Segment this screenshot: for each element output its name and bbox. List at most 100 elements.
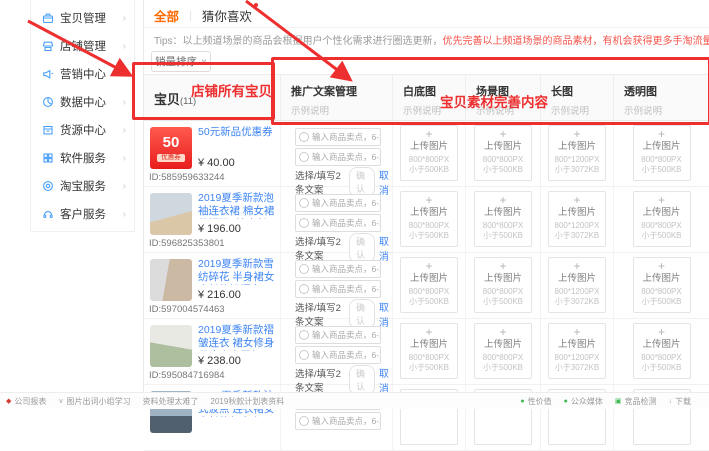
sidebar-item-label: 货源中心 — [60, 122, 123, 138]
upload-button[interactable]: +上传图片800*800PX小于500KB — [400, 257, 458, 313]
radio-icon[interactable] — [299, 416, 309, 426]
upload-button[interactable]: +上传图片800*800PX小于500KB — [633, 323, 691, 379]
selling-point-input[interactable] — [312, 198, 380, 208]
sidebar-item-baobei-guanli[interactable]: 宝贝管理 › — [31, 4, 134, 32]
bottom-status-item[interactable]: ●性价值 — [520, 396, 551, 407]
upload-button[interactable]: +上传图片800*1200PX小于3072KB — [548, 125, 606, 181]
selling-point-input[interactable] — [312, 132, 380, 142]
upload-cell-white-bg: +上传图片800*800PX小于500KB — [393, 187, 466, 252]
sidebar-item-kehu-fuwu[interactable]: 客户服务 › — [31, 200, 134, 228]
product-title-link[interactable]: 50元新品优惠券 — [198, 126, 276, 139]
chevron-down-icon: ∨ — [58, 397, 63, 405]
radio-icon[interactable] — [299, 218, 309, 228]
bottom-item[interactable]: ∨图片出词小组学习 — [58, 396, 130, 407]
tab-all[interactable]: 全部 — [154, 6, 179, 25]
upload-button[interactable]: +上传图片800*800PX小于500KB — [474, 323, 532, 379]
tab-divider — [144, 27, 709, 28]
chevron-down-icon: ∨ — [201, 57, 207, 66]
upload-button[interactable]: +上传图片800*800PX小于500KB — [474, 125, 532, 181]
product-price: ¥ 196.00 — [198, 223, 241, 235]
upload-cell-transparent: +上传图片800*800PX小于500KB — [614, 187, 709, 252]
selling-point-input[interactable] — [312, 152, 380, 162]
plus-icon: + — [401, 326, 457, 339]
product-title-link[interactable]: 2019夏季新款泡袖连衣裙 棉女裙装短裙T恤中长款 — [198, 192, 276, 219]
sidebar-item-yingxiao-zhongxin[interactable]: 营销中心 › — [31, 60, 134, 88]
product-id: ID:585959633244 — [149, 172, 225, 183]
product-id: ID:595084716984 — [149, 370, 225, 381]
bottom-status-item[interactable]: ●公众媒体 — [564, 396, 603, 407]
main-panel: 全部 | 猜你喜欢 Tips：以上频道场景的商品会根据用户个性化需求进行圈选更新… — [143, 0, 709, 409]
upload-cell-scene: +上传图片800*800PX小于500KB — [466, 121, 541, 186]
upload-button[interactable]: +上传图片800*800PX小于500KB — [633, 191, 691, 247]
upload-button[interactable]: +上传图片800*1200PX小于3072KB — [548, 257, 606, 313]
sort-dropdown[interactable]: 销量排序 ∨ — [151, 51, 211, 72]
sidebar-item-label: 宝贝管理 — [60, 10, 123, 26]
plus-icon: + — [475, 260, 531, 273]
plus-icon: + — [549, 128, 605, 141]
table-header: 宝贝(11) 推广文案管理 示例说明 白底图 示例说明 场景图 示例说明 长图 … — [144, 75, 709, 121]
bottom-item[interactable]: 资料处理太难了 — [143, 396, 199, 407]
radio-icon[interactable] — [299, 330, 309, 340]
plus-icon: + — [401, 260, 457, 273]
upload-button[interactable]: +上传图片800*1200PX小于3072KB — [548, 191, 606, 247]
example-link[interactable]: 示例说明 — [291, 103, 392, 117]
sidebar-item-taobao-fuwu[interactable]: 淘宝服务 › — [31, 172, 134, 200]
upload-button[interactable]: +上传图片800*800PX小于500KB — [474, 257, 532, 313]
selling-point-input[interactable] — [312, 264, 380, 274]
bottom-status-item[interactable]: ▣竞品检测 — [615, 396, 657, 407]
plus-icon: + — [549, 260, 605, 273]
sidebar-item-huoyuan-zhongxin[interactable]: 货源中心 › — [31, 116, 134, 144]
upload-button[interactable]: +上传图片800*800PX小于500KB — [400, 125, 458, 181]
product-title-link[interactable]: 2019夏季新款雪纺碎花 半身裙女中长款裙摆白 — [198, 258, 276, 285]
sidebar-item-label: 软件服务 — [60, 150, 123, 166]
product-price: ¥ 238.00 — [198, 355, 241, 367]
table-row: 2019夏季新款雪纺碎花 半身裙女中长款裙摆白 ¥ 216.00 ID:5970… — [144, 253, 709, 319]
chevron-right-icon: › — [123, 97, 126, 108]
radio-icon[interactable] — [299, 152, 309, 162]
example-link[interactable]: 示例说明 — [476, 103, 540, 117]
chevron-right-icon: › — [123, 125, 126, 136]
upload-cell-long: +上传图片800*1200PX小于3072KB — [541, 187, 614, 252]
radio-icon[interactable] — [299, 284, 309, 294]
copy-cell: 选择/填写2条文案 确认 取消 — [281, 253, 393, 318]
bottom-item[interactable]: ◆公司报表 — [6, 396, 46, 407]
sidebar-item-ruanjian-fuwu[interactable]: 软件服务 › — [31, 144, 134, 172]
upload-button[interactable]: +上传图片800*1200PX小于3072KB — [548, 323, 606, 379]
upload-button[interactable]: +上传图片800*800PX小于500KB — [400, 191, 458, 247]
selling-point-input[interactable] — [312, 330, 380, 340]
radio-icon[interactable] — [299, 132, 309, 142]
upload-button[interactable]: +上传图片800*800PX小于500KB — [400, 323, 458, 379]
radio-icon[interactable] — [299, 264, 309, 274]
tab-guess-you-like[interactable]: 猜你喜欢 — [202, 6, 252, 25]
copy-cell: 选择/填写2条文案 确认 取消 — [281, 319, 393, 384]
example-link[interactable]: 示例说明 — [403, 103, 465, 117]
upload-button[interactable]: +上传图片800*800PX小于500KB — [633, 257, 691, 313]
sidebar-item-label: 淘宝服务 — [60, 178, 123, 194]
radio-icon[interactable] — [299, 350, 309, 360]
selling-point-input[interactable] — [312, 284, 380, 294]
upload-cell-white-bg: +上传图片800*800PX小于500KB — [393, 319, 466, 384]
bottom-item[interactable]: 2019秋款计划表资料 — [211, 396, 285, 407]
plus-icon: + — [475, 326, 531, 339]
selling-point-input[interactable] — [312, 416, 380, 426]
upload-cell-transparent: +上传图片800*800PX小于500KB — [614, 319, 709, 384]
sidebar-item-shuju-zhongxin[interactable]: 数据中心 › — [31, 88, 134, 116]
notification-dot — [254, 3, 258, 7]
selling-point-input[interactable] — [312, 350, 380, 360]
example-link[interactable]: 示例说明 — [551, 103, 613, 117]
sidebar: 宝贝管理 › 店铺管理 › 营销中心 › 数据中心 › 货源中心 › 软件服务 … — [30, 0, 135, 232]
product-price: ¥ 40.00 — [198, 157, 235, 169]
upload-button[interactable]: +上传图片800*800PX小于500KB — [474, 191, 532, 247]
monitor-icon: ▣ — [615, 397, 622, 405]
plus-icon: + — [475, 128, 531, 141]
radio-icon[interactable] — [299, 198, 309, 208]
selling-point-input[interactable] — [312, 218, 380, 228]
product-title-link[interactable]: 2019夏季新款褶皱连衣 裙女修身显瘦小众网红 — [198, 324, 276, 351]
download-item[interactable]: ↓下载 — [669, 396, 692, 407]
example-link[interactable]: 示例说明 — [624, 103, 709, 117]
upload-button[interactable]: +上传图片800*800PX小于500KB — [633, 125, 691, 181]
sidebar-item-dianpu-guanli[interactable]: 店铺管理 › — [31, 32, 134, 60]
tips-highlight: 优先完善以上频道场景的商品素材，有机会获得更多手淘流量 — [443, 36, 709, 47]
chevron-right-icon: › — [123, 13, 126, 24]
grid-icon — [42, 152, 54, 164]
